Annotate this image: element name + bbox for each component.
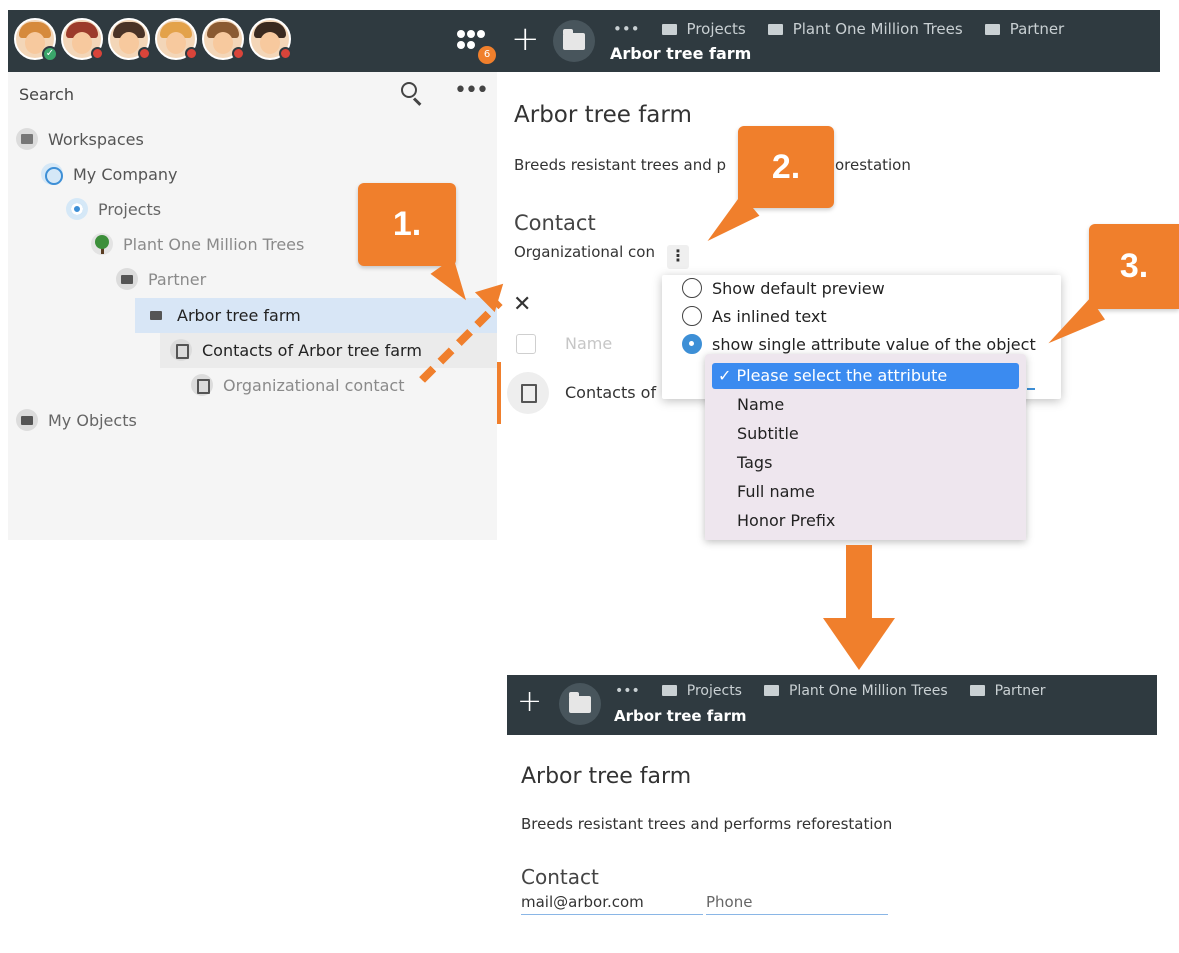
radio-button[interactable] — [682, 306, 702, 326]
search-icon[interactable] — [401, 82, 423, 106]
tree-item-partner[interactable]: Partner — [116, 262, 486, 297]
add-button[interactable]: + — [517, 685, 542, 719]
dropdown-option-honor-prefix[interactable]: Honor Prefix — [737, 511, 835, 530]
column-header-name[interactable]: Name — [565, 334, 612, 353]
select-all-checkbox[interactable] — [516, 334, 536, 354]
close-icon[interactable]: ✕ — [513, 292, 531, 317]
breadcrumb-ellipsis[interactable]: ••• — [615, 683, 640, 699]
callout-step-2: 2. — [738, 126, 834, 208]
search-input[interactable]: Search — [19, 85, 74, 104]
folder-icon — [763, 685, 779, 696]
tree-item-my-objects[interactable]: My Objects — [16, 403, 486, 438]
option-as-inlined-text[interactable]: As inlined text — [682, 306, 827, 326]
folder-icon — [661, 685, 677, 696]
avatar[interactable] — [108, 18, 151, 60]
tree-item-organizational-contact[interactable]: Organizational contact — [191, 368, 491, 403]
select-underline — [1027, 388, 1035, 390]
tree-icon — [91, 233, 113, 255]
current-object-title: Arbor tree farm — [610, 44, 752, 63]
busy-status-icon — [91, 47, 104, 60]
breadcrumb-projects[interactable]: Projects — [661, 20, 746, 38]
projects-icon — [66, 198, 88, 220]
dropdown-option-tags[interactable]: Tags — [737, 453, 772, 472]
workspaces-icon — [16, 128, 38, 150]
top-navigation-bar: + ••• Projects Plant One Million Trees Part… — [497, 10, 1160, 72]
contact-book-icon — [507, 372, 549, 414]
avatar-face — [213, 32, 233, 54]
folder-icon[interactable] — [559, 683, 601, 725]
organizational-contact-label: Organizational con — [514, 243, 655, 261]
tree-item-arbor-tree-farm[interactable]: Arbor tree farm — [135, 298, 497, 333]
busy-status-icon — [138, 47, 151, 60]
breadcrumb-partner[interactable]: Partner — [984, 20, 1064, 38]
company-icon — [41, 163, 63, 185]
dropdown-option-selected[interactable]: ✓ Please select the attribute — [712, 363, 1019, 389]
description-text: Breeds resistant trees and p — [514, 156, 727, 174]
phone-field[interactable]: Phone — [706, 893, 888, 915]
avatar-face — [72, 32, 92, 54]
busy-status-icon — [232, 47, 245, 60]
folder-icon — [984, 24, 1000, 35]
avatar-face — [166, 32, 186, 54]
page-title: Arbor tree farm — [514, 102, 692, 128]
online-status-icon: ✓ — [42, 46, 58, 62]
breadcrumb: ••• Projects Plant One Million Trees Partne… — [613, 20, 1086, 38]
breadcrumb-partner[interactable]: Partner — [969, 683, 1046, 699]
folder-icon — [767, 24, 783, 35]
avatar[interactable] — [155, 18, 198, 60]
breadcrumb: ••• Projects Plant One Million Trees Partne… — [615, 683, 1068, 699]
breadcrumb-ellipsis[interactable]: ••• — [613, 20, 640, 38]
option-show-default-preview[interactable]: Show default preview — [682, 278, 885, 298]
avatar-face — [119, 32, 139, 54]
team-bar: ✓ 6 — [8, 10, 497, 72]
folder-icon — [969, 685, 985, 696]
busy-status-icon — [185, 47, 198, 60]
busy-status-icon — [279, 47, 292, 60]
result-page-title: Arbor tree farm — [521, 764, 692, 789]
dropdown-option-subtitle[interactable]: Subtitle — [737, 424, 799, 443]
notification-badge: 6 — [478, 46, 496, 64]
attribute-select-dropdown[interactable]: ✓ Please select the attribute Name Subti… — [705, 354, 1026, 540]
sidebar: Search ••• Workspaces My Company Project… — [8, 72, 497, 540]
breadcrumb-plant-one-million-trees[interactable]: Plant One Million Trees — [763, 683, 948, 699]
breadcrumb-plant-one-million-trees[interactable]: Plant One Million Trees — [767, 20, 963, 38]
description-text-tail: orestation — [835, 156, 911, 174]
radio-button-selected[interactable] — [682, 334, 702, 354]
folder-icon[interactable] — [553, 20, 595, 62]
callout-step-3: 3. — [1089, 224, 1179, 309]
current-object-title: Arbor tree farm — [614, 707, 747, 725]
email-field[interactable]: mail@arbor.com — [521, 893, 703, 915]
result-contact-heading: Contact — [521, 865, 599, 889]
table-row-label[interactable]: Contacts of — [565, 383, 656, 402]
down-arrow-shaft — [846, 545, 872, 620]
row-accent-bar — [497, 362, 501, 424]
add-button[interactable]: + — [511, 22, 540, 56]
folder-icon — [145, 304, 167, 326]
more-options-icon[interactable]: ••• — [454, 78, 489, 103]
radio-button[interactable] — [682, 278, 702, 298]
option-show-single-attribute[interactable]: show single attribute value of the objec… — [682, 334, 1036, 354]
tree-item-workspaces[interactable]: Workspaces — [16, 122, 486, 157]
kebab-menu-icon[interactable]: ⋮ — [667, 245, 689, 269]
result-description-text: Breeds resistant trees and performs refo… — [521, 815, 893, 833]
avatar[interactable] — [249, 18, 292, 60]
dropdown-option-full-name[interactable]: Full name — [737, 482, 815, 501]
avatar[interactable] — [61, 18, 104, 60]
dropdown-option-name[interactable]: Name — [737, 395, 784, 414]
avatar[interactable]: ✓ — [14, 18, 58, 62]
contact-book-icon — [170, 339, 192, 361]
folder-icon — [661, 24, 677, 35]
breadcrumb-projects[interactable]: Projects — [661, 683, 742, 699]
callout-step-1: 1. — [358, 183, 456, 266]
folder-icon — [116, 268, 138, 290]
result-navigation-bar: + ••• Projects Plant One Million Trees Part… — [507, 675, 1157, 735]
avatar[interactable] — [202, 18, 245, 60]
avatar-face — [260, 32, 280, 54]
contact-heading: Contact — [514, 211, 596, 235]
down-arrow-icon — [823, 618, 895, 670]
folder-icon — [16, 409, 38, 431]
contact-book-icon — [191, 374, 213, 396]
